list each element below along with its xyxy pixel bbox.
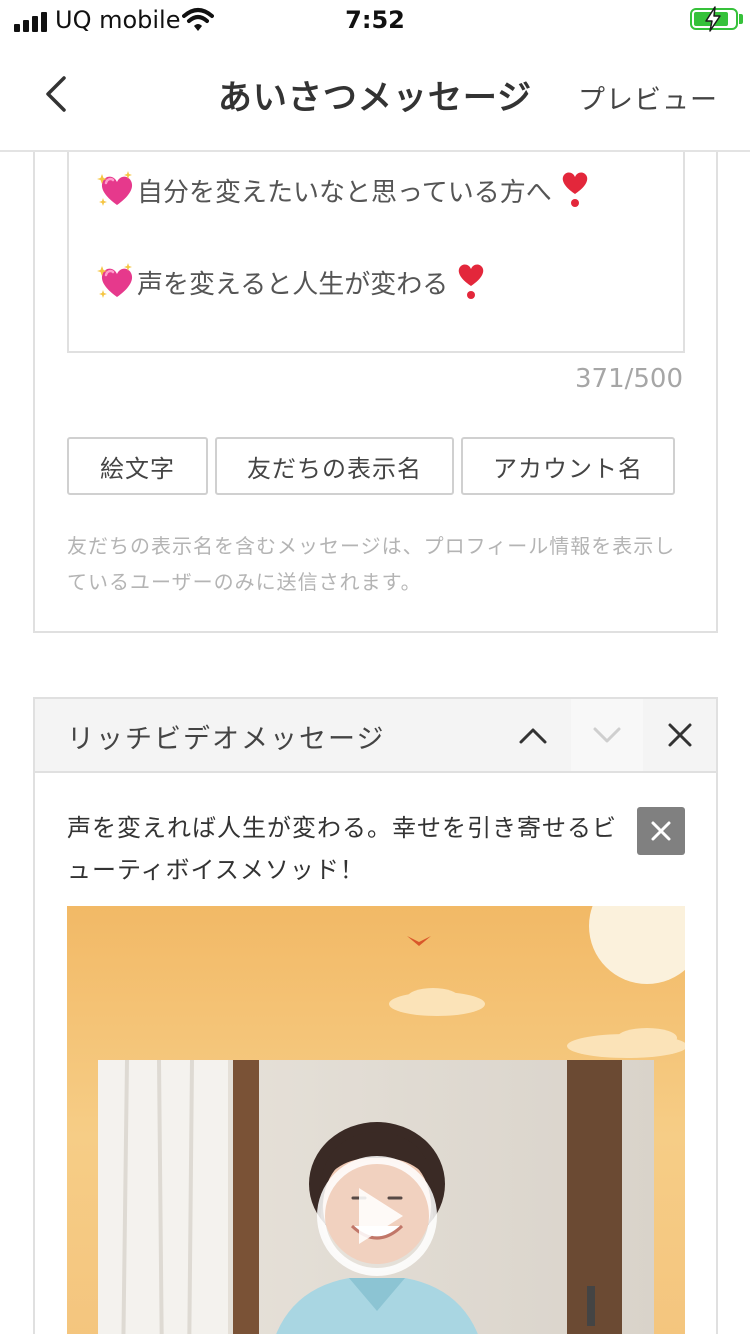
sparkling-heart-icon <box>97 263 133 298</box>
friend-display-name-button[interactable]: 友だちの表示名 <box>215 437 454 495</box>
battery-tip <box>739 14 743 24</box>
delete-block-button[interactable] <box>644 699 716 771</box>
video-thumbnail[interactable] <box>67 906 685 1334</box>
clock: 7:52 <box>345 6 405 34</box>
remove-caption-button[interactable] <box>637 807 685 855</box>
display-name-note: 友だちの表示名を含むメッセージは、プロフィール情報を表示しているユーザーのみに送… <box>67 534 676 594</box>
charging-bolt-icon <box>705 6 721 32</box>
preview-button[interactable]: プレビュー <box>578 78 718 117</box>
play-icon[interactable] <box>317 1156 437 1276</box>
move-down-button[interactable] <box>571 699 643 771</box>
message-line-1-text: 自分を変えたいなと思っている方へ <box>137 177 552 208</box>
heart-exclamation-icon <box>562 172 587 207</box>
emoji-button[interactable]: 絵文字 <box>67 437 208 495</box>
status-bar: UQ mobile 7:52 <box>0 0 750 40</box>
message-line-2-text: 声を変えると人生が変わる <box>137 269 449 300</box>
close-icon <box>651 821 671 841</box>
rich-video-message-card: リッチビデオメッセージ 声を変えれば人生が変わる。幸せを引き寄せるビューティボイ… <box>33 697 718 1334</box>
heart-exclamation-icon <box>458 264 484 299</box>
close-icon <box>668 723 692 747</box>
chevron-up-icon <box>519 728 547 744</box>
message-line-2: 声を変えると人生が変わる <box>97 262 488 302</box>
account-name-button[interactable]: アカウント名 <box>461 437 675 495</box>
message-textarea[interactable]: 自分を変えたいなと思っている方へ 声を変えると人生が変わる <box>67 152 685 353</box>
nav-bar: あいさつメッセージ プレビュー <box>0 40 750 152</box>
message-line-1: 自分を変えたいなと思っている方へ <box>97 170 592 210</box>
greeting-message-card: 自分を変えたいなと思っている方へ 声を変えると人生が変わる 371/500 絵文… <box>33 152 718 633</box>
rich-video-header: リッチビデオメッセージ <box>35 699 716 773</box>
video-caption: 声を変えれば人生が変わる。幸せを引き寄せるビューティボイスメソッド！ <box>67 814 617 884</box>
chevron-down-icon <box>593 727 621 743</box>
move-up-button[interactable] <box>497 699 569 771</box>
rich-video-title: リッチビデオメッセージ <box>67 724 386 755</box>
character-count: 371/500 <box>574 364 683 394</box>
video-thumbnail-art <box>67 906 685 1334</box>
sparkling-heart-icon <box>97 171 133 206</box>
